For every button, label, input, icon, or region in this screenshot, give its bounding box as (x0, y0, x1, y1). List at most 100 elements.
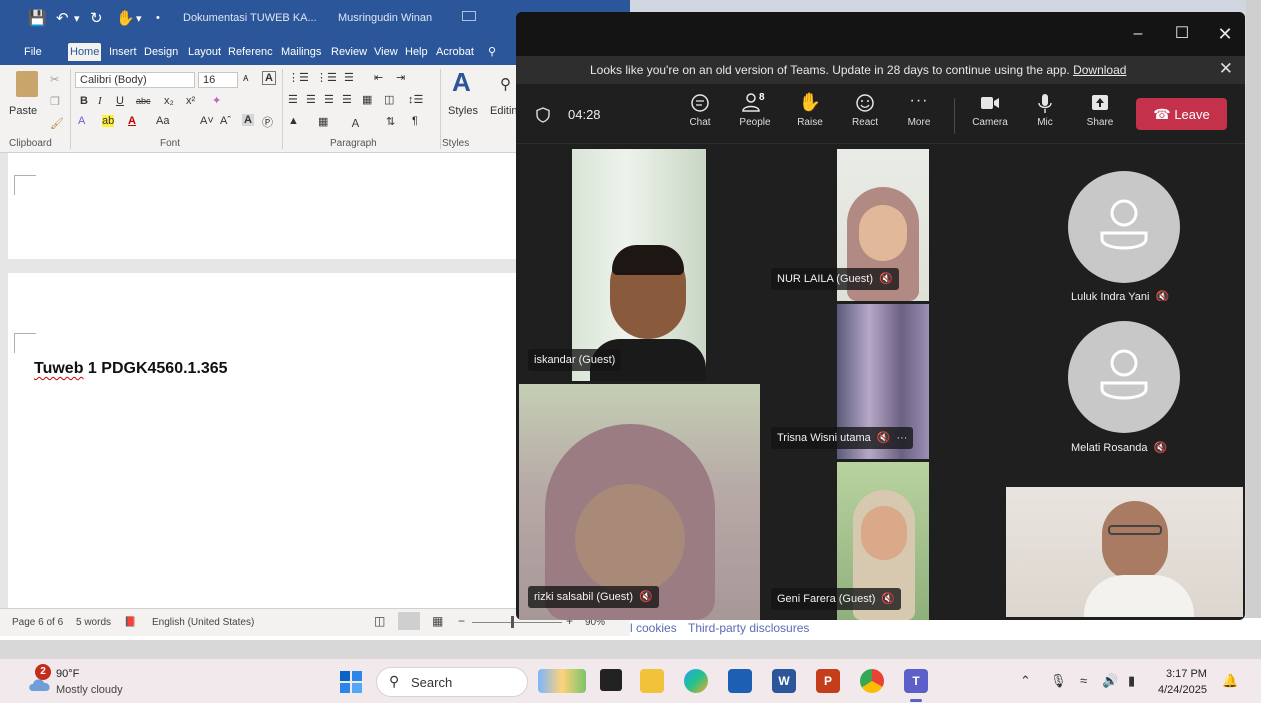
video-tile-geni[interactable]: Geni Farera (Guest) 🔇 (763, 462, 1004, 620)
tab-view[interactable]: View (374, 43, 398, 61)
maximize-icon[interactable]: ☐ (1167, 22, 1197, 46)
change-case-icon[interactable]: ᴀ (243, 72, 248, 84)
more-button[interactable]: ··· More (893, 92, 945, 128)
format-painter-icon[interactable]: 🖌 (50, 117, 64, 130)
banner-close-icon[interactable]: ✕ (1219, 59, 1233, 79)
file-explorer-icon[interactable] (640, 669, 664, 693)
search-icon[interactable]: ⚲ (488, 43, 496, 61)
undo-icon[interactable]: ↶ (56, 9, 69, 27)
highlight-icon[interactable]: ab (102, 115, 115, 127)
video-tile-luluk[interactable]: Luluk Indra Yani 🔇 (1007, 145, 1245, 301)
windows-start-icon[interactable] (340, 671, 362, 693)
sort-icon[interactable]: ⇅ (386, 115, 395, 128)
decrease-indent-icon[interactable]: ⇤ (374, 71, 383, 84)
copy-icon[interactable]: ❐ (50, 95, 60, 108)
text-effects-icon[interactable]: ✦ (212, 94, 221, 107)
subscript-icon[interactable]: x₂ (164, 95, 174, 107)
tab-home[interactable]: Home (68, 43, 102, 61)
chevron-up-icon[interactable]: ⌃ (1020, 673, 1031, 689)
language[interactable]: English (United States) (152, 617, 254, 628)
zoom-out-icon[interactable]: − (458, 614, 465, 628)
mic-button[interactable]: Mic (1019, 92, 1071, 128)
multilevel-list-icon[interactable]: ☰ (344, 71, 354, 84)
align-right-icon[interactable]: ☰ (324, 93, 334, 106)
page-count[interactable]: Page 6 of 6 (12, 617, 63, 628)
numbering-icon[interactable]: ⋮☰ (316, 71, 337, 84)
underline-icon[interactable]: U (116, 95, 124, 107)
font-size-box[interactable]: 16 (198, 72, 238, 88)
bold-icon[interactable]: B (80, 95, 88, 107)
font-color-icon[interactable]: A (128, 115, 136, 127)
clock-date[interactable]: 4/24/2025 (1158, 684, 1207, 696)
document-heading[interactable]: Tuweb 1 PDGK4560.1.365 (34, 360, 228, 378)
redo-icon[interactable]: ↻ (90, 9, 103, 27)
heading-text[interactable]: 1 PDGK4560.1.365 (83, 360, 228, 377)
close-icon[interactable]: ✕ (1210, 22, 1240, 46)
powerpoint-icon[interactable]: P (816, 669, 840, 693)
task-view-icon[interactable] (600, 669, 622, 691)
mail-icon[interactable] (728, 669, 752, 693)
tab-mailings[interactable]: Mailings (281, 43, 321, 61)
people-button[interactable]: 8 People (729, 92, 781, 128)
bullets-icon[interactable]: ⋮☰ (288, 71, 309, 84)
shading-icon[interactable]: ▲ (288, 115, 299, 127)
wifi-icon[interactable]: ≈ (1080, 673, 1087, 688)
teams-icon[interactable]: T (904, 669, 928, 693)
word-icon[interactable]: W (772, 669, 796, 693)
paste-icon[interactable] (16, 71, 38, 97)
asian-layout-icon[interactable]: Ａ (350, 115, 361, 131)
save-icon[interactable]: 💾 (28, 9, 47, 27)
columns-icon[interactable]: ◫ (384, 93, 394, 106)
chat-button[interactable]: Chat (674, 92, 726, 128)
volume-icon[interactable]: 🔊 (1102, 673, 1118, 689)
line-spacing-icon[interactable]: ↕☰ (408, 93, 423, 106)
borders-icon[interactable]: ▦ (318, 115, 328, 128)
shrink-font-icon[interactable]: Aˆ (220, 115, 231, 127)
tab-acrobat[interactable]: Acrobat (436, 43, 474, 61)
raise-hand-button[interactable]: ✋ Raise (784, 92, 836, 128)
print-layout-icon[interactable] (398, 612, 420, 630)
tab-design[interactable]: Design (144, 43, 178, 61)
camera-button[interactable]: Camera (964, 92, 1016, 128)
align-left-icon[interactable]: ☰ (288, 93, 298, 106)
zoom-slider[interactable] (472, 622, 562, 623)
read-mode-icon[interactable]: ◫ (374, 614, 385, 628)
tab-insert[interactable]: Insert (109, 43, 137, 61)
third-party-link[interactable]: Third-party disclosures (688, 621, 809, 635)
video-tile-rizki[interactable]: rizki salsabil (Guest) 🔇 (519, 384, 760, 620)
increase-indent-icon[interactable]: ⇥ (396, 71, 405, 84)
video-tile-nur-laila[interactable]: NUR LAILA (Guest) 🔇 (763, 145, 1004, 301)
download-link[interactable]: Download (1073, 63, 1126, 77)
more-options-icon[interactable]: ··· (896, 427, 907, 449)
tab-help[interactable]: Help (405, 43, 428, 61)
heading-misspelled-word[interactable]: Tuweb (34, 360, 83, 377)
strikethrough-icon[interactable]: abc (136, 96, 151, 106)
quick-access-more-icon[interactable]: • (156, 12, 160, 24)
share-button[interactable]: Share (1074, 92, 1126, 128)
styles-button[interactable]: Styles (448, 105, 478, 117)
editing-button[interactable]: Editin (490, 105, 518, 117)
tab-review[interactable]: Review (331, 43, 367, 61)
align-center-icon[interactable]: ☰ (306, 93, 316, 106)
character-shading-icon[interactable]: A (242, 114, 254, 126)
clock-time[interactable]: 3:17 PM (1166, 668, 1207, 680)
video-tile-iskandar[interactable]: iskandar (Guest) (516, 145, 760, 381)
copilot-icon[interactable] (684, 669, 708, 693)
font-name-box[interactable]: Calibri (Body) (75, 72, 195, 88)
self-view-video[interactable] (1006, 487, 1243, 617)
video-tile-trisna[interactable]: Trisna Wisni utama 🔇 ··· (763, 304, 1004, 459)
tab-file[interactable]: File (24, 43, 42, 61)
cut-icon[interactable]: ✂ (50, 73, 59, 86)
microphone-icon[interactable]: 🎙 (1050, 673, 1067, 689)
react-button[interactable]: React (839, 92, 891, 128)
widgets-icon[interactable] (538, 669, 586, 693)
touch-mode-icon[interactable]: ✋ (116, 9, 135, 27)
italic-icon[interactable]: I (98, 95, 102, 107)
minimize-icon[interactable]: – (1123, 22, 1153, 46)
superscript-icon[interactable]: x² (186, 95, 195, 107)
web-layout-icon[interactable]: ▦ (432, 614, 443, 628)
user-name[interactable]: Musringudin Winan (338, 12, 432, 24)
cookies-link[interactable]: l cookies (630, 621, 677, 635)
distributed-icon[interactable]: ▦ (362, 93, 372, 106)
zoom-slider-thumb[interactable] (511, 616, 514, 628)
